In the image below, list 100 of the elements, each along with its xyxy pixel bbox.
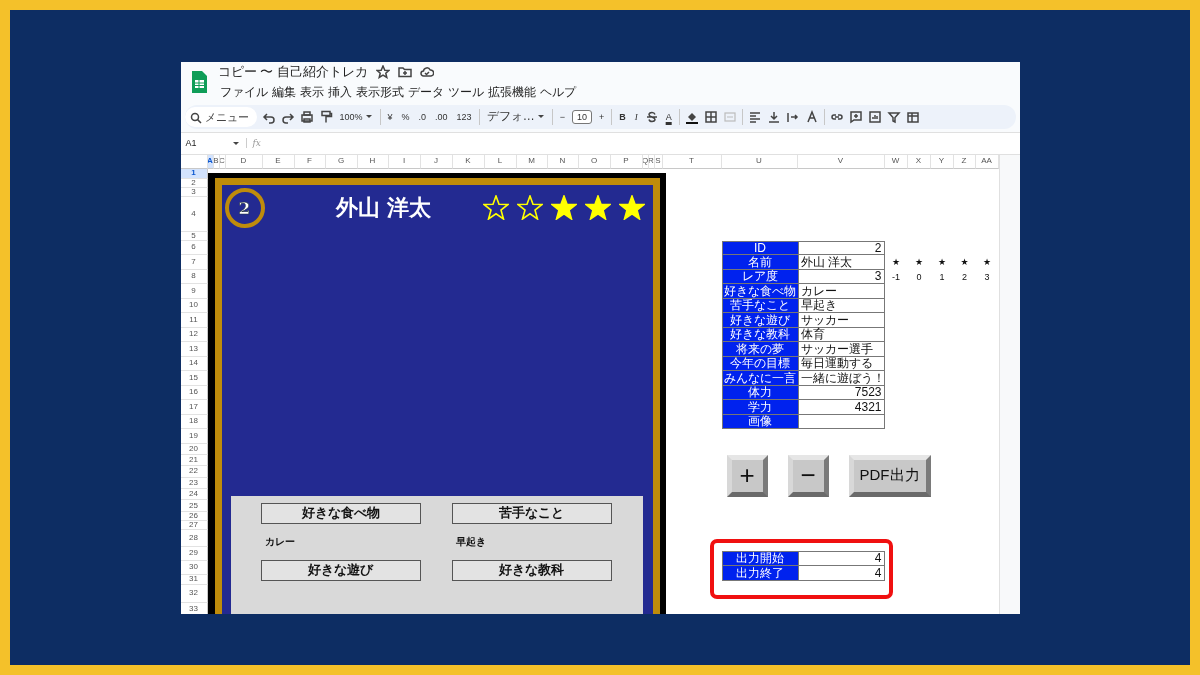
comment-icon[interactable] (848, 109, 863, 124)
row-header[interactable]: 23 (180, 477, 208, 490)
increase-font-size-button[interactable]: + (596, 111, 607, 122)
column-header[interactable]: Q (642, 154, 649, 169)
table-cell: サッカー (797, 313, 885, 328)
italic-button[interactable]: I (632, 111, 640, 122)
table-header-cell: みんなに一言 (721, 371, 798, 386)
table-header-cell: 出力開始 (721, 550, 798, 566)
percent-button[interactable]: % (399, 111, 412, 122)
row-header[interactable]: 12 (180, 327, 208, 342)
row-header[interactable]: 27 (180, 520, 208, 530)
row-header[interactable]: 32 (180, 584, 208, 603)
menu-item[interactable]: 拡張機能 (485, 83, 538, 101)
align-left-icon[interactable] (747, 109, 762, 124)
search-field[interactable]: メニュー (184, 106, 257, 127)
paint-roller-icon[interactable] (318, 109, 333, 124)
row-header[interactable]: 24 (180, 489, 208, 501)
row-header[interactable]: 10 (180, 298, 208, 313)
row-header[interactable]: 31 (180, 574, 208, 585)
column-header[interactable]: R (648, 154, 655, 169)
row-header[interactable]: 29 (180, 546, 208, 561)
folder-icon[interactable] (397, 64, 412, 79)
currency-button[interactable]: ¥ (385, 111, 395, 122)
chart-icon[interactable] (867, 109, 882, 124)
section-heading: 好きな食べ物 (260, 502, 421, 524)
star-symbol: ★ (959, 256, 970, 270)
row-header[interactable]: 25 (180, 500, 208, 512)
decrease-decimal-button[interactable]: .0 (416, 111, 429, 122)
row-header[interactable]: 11 (180, 313, 208, 328)
step-button[interactable]: − (787, 454, 829, 497)
print-icon[interactable] (299, 109, 314, 124)
row-header[interactable]: 3 (180, 187, 208, 197)
menu-item[interactable]: 表示形式 (353, 83, 406, 101)
row-header[interactable]: 17 (180, 400, 208, 415)
row-header[interactable]: 8 (180, 269, 208, 284)
zoom-dropdown[interactable]: 100% (337, 111, 375, 122)
row-header[interactable]: 4 (180, 196, 208, 232)
table-cell: 外山 洋太 (797, 255, 885, 270)
menu-item[interactable]: ヘルプ (537, 83, 578, 101)
row-header[interactable]: 33 (180, 602, 208, 614)
row-header[interactable]: 18 (180, 414, 208, 429)
menu-item[interactable]: データ (405, 83, 446, 101)
menu-item[interactable]: 挿入 (325, 83, 354, 101)
number-format-button[interactable]: 123 (454, 111, 474, 122)
row-header[interactable]: 1 (180, 168, 208, 179)
align-bottom-icon[interactable] (766, 109, 781, 124)
row-header[interactable]: 28 (180, 529, 208, 547)
formula-label: fx (252, 138, 261, 148)
table-cell: 一緒に遊ぼう！ (797, 371, 885, 386)
row-header[interactable]: 19 (180, 429, 208, 444)
menu-item[interactable]: ファイル (217, 83, 270, 101)
strikethrough-icon[interactable] (644, 109, 659, 124)
card-number: 2 (224, 187, 265, 228)
font-size-field[interactable]: 10 (571, 109, 592, 124)
row-header[interactable]: 7 (180, 255, 208, 270)
font-dropdown[interactable]: デフォ… (484, 108, 547, 125)
star-icon (482, 195, 509, 221)
decrease-font-size-button[interactable]: − (557, 111, 567, 122)
column-header[interactable]: B (213, 154, 220, 169)
text-color-button[interactable]: A (663, 111, 674, 122)
row-header[interactable]: 9 (180, 284, 208, 299)
section-heading: 好きな遊び (260, 559, 421, 581)
column-header[interactable]: C (219, 154, 226, 169)
row-header[interactable]: 13 (180, 342, 208, 357)
row-header[interactable]: 21 (180, 454, 208, 467)
menu-item[interactable]: 表示 (297, 83, 326, 101)
pdf-export-button[interactable]: PDF出力 (848, 454, 931, 497)
section-value: カレー (263, 534, 296, 549)
row-header[interactable]: 26 (180, 511, 208, 521)
row-header[interactable]: 15 (180, 371, 208, 386)
text-rotation-icon[interactable] (804, 109, 819, 124)
bold-button[interactable]: B (617, 111, 628, 122)
row-header[interactable]: 6 (180, 240, 208, 255)
sheets-logo (190, 70, 208, 93)
column-header[interactable]: S (654, 154, 663, 169)
cell-reference[interactable]: A1 (185, 138, 197, 148)
section-value: 早起き (454, 534, 487, 549)
row-header[interactable]: 20 (180, 443, 208, 455)
row-header[interactable]: 5 (180, 231, 208, 241)
rarity-value: 3 (983, 270, 991, 284)
row-header[interactable]: 30 (180, 560, 208, 575)
row-header[interactable]: 22 (180, 466, 208, 478)
filter-icon[interactable] (886, 109, 901, 124)
menu-item[interactable]: 編集 (269, 83, 298, 101)
merge-cells-icon[interactable] (722, 109, 737, 124)
row-header[interactable]: 16 (180, 385, 208, 400)
borders-icon[interactable] (703, 109, 718, 124)
row-header[interactable]: 14 (180, 356, 208, 371)
table-icon[interactable] (905, 109, 920, 124)
menu-item[interactable]: ツール (445, 83, 486, 101)
section-heading: 苦手なこと (451, 502, 612, 524)
row-header[interactable]: 2 (180, 178, 208, 188)
step-button[interactable]: + (726, 454, 768, 497)
cloud-icon[interactable] (419, 64, 434, 79)
rarity-value: 2 (961, 270, 968, 284)
star-icon[interactable] (375, 64, 390, 79)
star-icon (516, 195, 543, 221)
increase-decimal-button[interactable]: .00 (433, 111, 450, 122)
column-header[interactable]: A (207, 154, 214, 169)
table-header-cell: 名前 (721, 255, 798, 270)
